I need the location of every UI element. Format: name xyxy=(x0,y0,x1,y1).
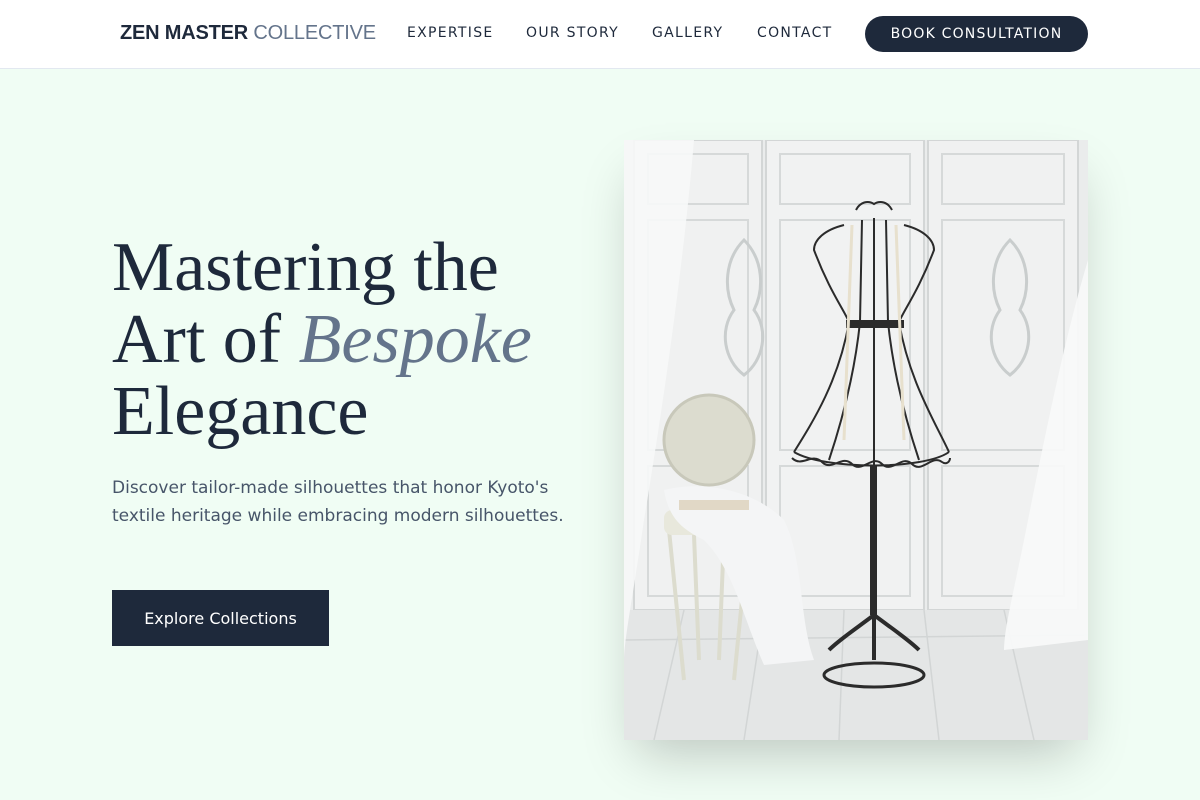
nav-link-expertise[interactable]: EXPERTISE xyxy=(407,25,494,41)
explore-collections-button[interactable]: Explore Collections xyxy=(112,590,329,646)
hero-description: Discover tailor-made silhouettes that ho… xyxy=(112,478,564,526)
headline-line-1: Mastering the xyxy=(112,229,499,306)
headline-line-2-prefix: Art of xyxy=(112,301,299,378)
site-header: ZEN MASTER COLLECTIVE EXPERTISE OUR STOR… xyxy=(0,0,1200,69)
headline-line-3: Elegance xyxy=(112,373,369,450)
dress-form-photo-icon xyxy=(624,140,1088,740)
brand-logo[interactable]: ZEN MASTER COLLECTIVE xyxy=(120,22,376,45)
brand-name-strong: ZEN MASTER xyxy=(120,22,249,44)
hero-image xyxy=(624,140,1088,740)
headline-emphasis: Bespoke xyxy=(298,301,532,378)
nav-link-contact[interactable]: CONTACT xyxy=(757,25,833,41)
nav-link-our-story[interactable]: OUR STORY xyxy=(526,25,619,41)
brand-name-light: COLLECTIVE xyxy=(253,22,376,44)
nav-link-gallery[interactable]: GALLERY xyxy=(652,25,723,41)
book-consultation-button[interactable]: BOOK CONSULTATION xyxy=(865,16,1088,52)
hero-headline: Mastering the Art of Bespoke Elegance xyxy=(112,232,592,448)
